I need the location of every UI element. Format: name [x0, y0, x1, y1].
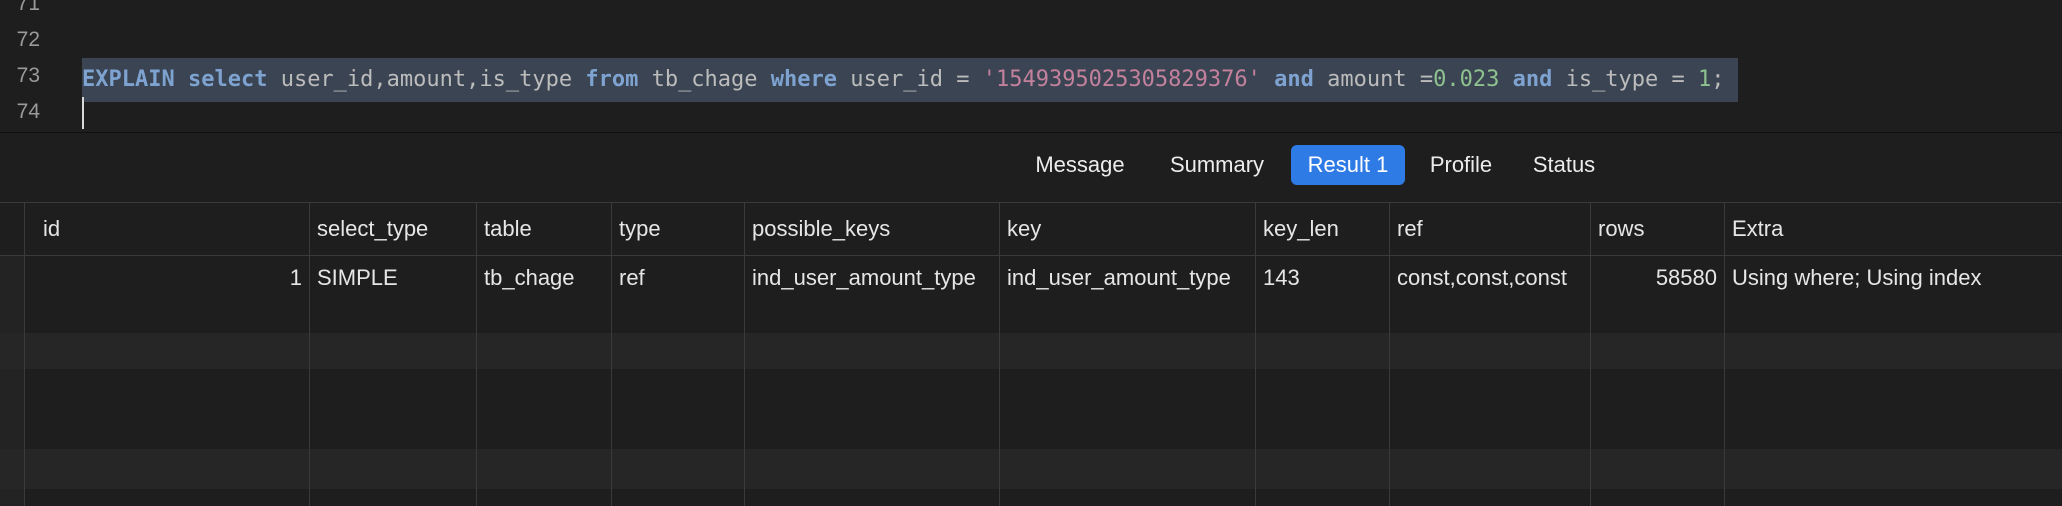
cell-id[interactable]: 1: [25, 255, 309, 301]
result-grid[interactable]: id select_type table type possible_keys …: [0, 203, 2062, 506]
line-number: 73: [16, 64, 40, 87]
cell-key-len[interactable]: 143: [1256, 255, 1389, 301]
tab-result-1[interactable]: Result 1: [1291, 145, 1405, 185]
column-divider[interactable]: [744, 203, 745, 506]
line-number: 72: [16, 28, 40, 51]
cell-possible-keys[interactable]: ind_user_amount_type: [745, 255, 999, 301]
cell-select-type[interactable]: SIMPLE: [310, 255, 476, 301]
sql-editor[interactable]: 71 72 73 EXPLAIN select user_id,amount,i…: [0, 0, 2062, 133]
column-header-key-len[interactable]: key_len: [1256, 203, 1389, 255]
column-header-type[interactable]: type: [612, 203, 744, 255]
column-divider[interactable]: [999, 203, 1000, 506]
number-literal-is-type: 1: [1698, 67, 1712, 92]
query-table: tb_chage: [638, 67, 771, 92]
line-number: 71: [16, 0, 40, 15]
tab-message[interactable]: Message: [1022, 145, 1138, 185]
query-condition-is-type: is_type =: [1552, 67, 1699, 92]
result-tabs: Message Summary Result 1 Profile Status: [0, 134, 2062, 203]
column-divider: [24, 203, 25, 506]
tab-status[interactable]: Status: [1524, 145, 1604, 185]
column-header-extra[interactable]: Extra: [1725, 203, 2062, 255]
editor-line[interactable]: 74: [0, 94, 2062, 130]
column-header-table[interactable]: table: [477, 203, 611, 255]
editor-line[interactable]: 71: [0, 0, 2062, 22]
keyword-explain: EXPLAIN: [82, 67, 175, 92]
editor-divider: [0, 132, 2062, 133]
keyword-where: where: [770, 67, 838, 92]
keyword-and: and: [1512, 67, 1553, 92]
column-divider[interactable]: [1255, 203, 1256, 506]
column-divider[interactable]: [309, 203, 310, 506]
column-header-ref[interactable]: ref: [1390, 203, 1590, 255]
query-condition-user-id: user_id =: [837, 67, 983, 92]
number-literal-amount: 0.023: [1433, 67, 1500, 92]
editor-line[interactable]: 73 EXPLAIN select user_id,amount,is_type…: [0, 58, 2062, 102]
editor-line[interactable]: 72: [0, 22, 2062, 58]
column-divider[interactable]: [1389, 203, 1390, 506]
keyword-select: select: [187, 67, 268, 92]
column-header-select-type[interactable]: select_type: [310, 203, 476, 255]
cell-ref[interactable]: const,const,const: [1390, 255, 1590, 301]
column-divider[interactable]: [611, 203, 612, 506]
tab-profile[interactable]: Profile: [1418, 145, 1504, 185]
cell-table[interactable]: tb_chage: [477, 255, 611, 301]
column-divider[interactable]: [1724, 203, 1725, 506]
text-caret: [82, 97, 84, 129]
keyword-from: from: [585, 67, 639, 92]
query-columns: user_id,amount,is_type: [267, 67, 586, 92]
column-divider[interactable]: [1590, 203, 1591, 506]
column-divider[interactable]: [476, 203, 477, 506]
keyword-and: and: [1274, 67, 1314, 92]
cell-type[interactable]: ref: [612, 255, 744, 301]
cell-extra[interactable]: Using where; Using index: [1725, 255, 2062, 301]
column-header-possible-keys[interactable]: possible_keys: [745, 203, 999, 255]
query-condition-amount: amount =: [1313, 67, 1434, 92]
column-header-key[interactable]: key: [1000, 203, 1255, 255]
cell-rows[interactable]: 58580: [1591, 255, 1724, 301]
tab-summary[interactable]: Summary: [1156, 145, 1278, 185]
line-number: 74: [16, 100, 40, 123]
column-header-rows[interactable]: rows: [1591, 203, 1724, 255]
column-header-id[interactable]: id: [36, 203, 309, 255]
statement-terminator: ;: [1711, 67, 1725, 92]
cell-key[interactable]: ind_user_amount_type: [1000, 255, 1255, 301]
string-literal-user-id: '1549395025305829376': [982, 67, 1261, 92]
